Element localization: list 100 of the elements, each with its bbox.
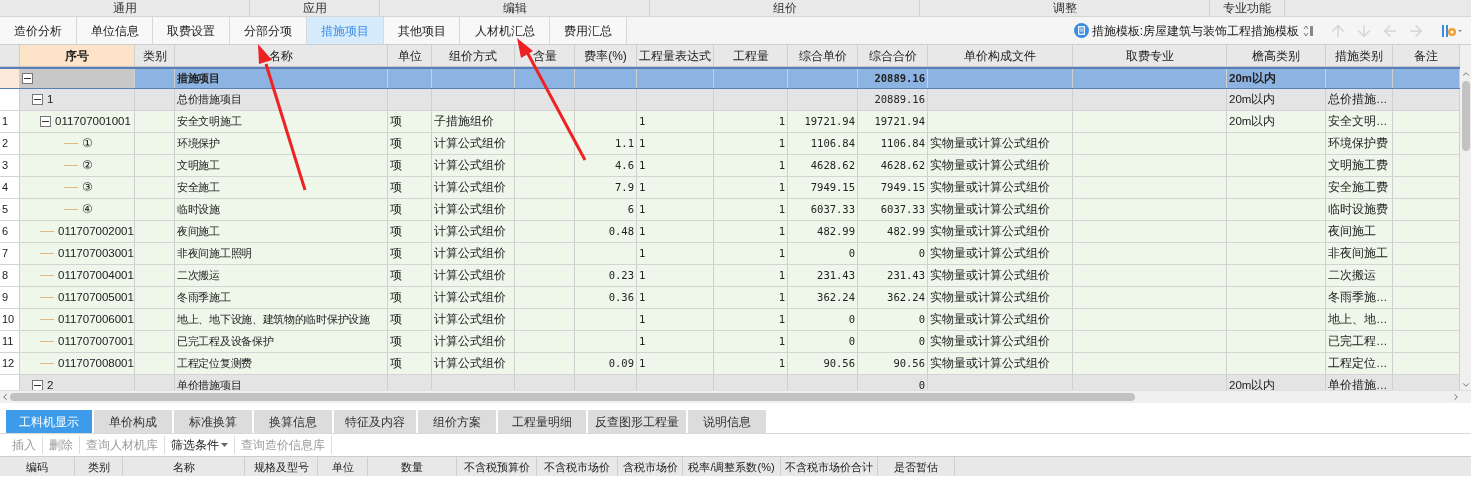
row-header[interactable]: 2 (0, 133, 20, 154)
table-cell-text: 冬雨季施… (1328, 289, 1388, 305)
table-row[interactable]: 12 011707008001 工程定位复测费 项 计算公式组价 0.09 1 1 90.56 90.56 实物量或计算公式组价 工程定位… (0, 353, 1460, 375)
table-cell-text: 1 (778, 267, 785, 283)
row-header[interactable] (0, 89, 20, 110)
code-cell-text: 2 (47, 377, 54, 390)
column-header[interactable]: 含税市场价 (618, 457, 683, 476)
column-header[interactable]: 组价方式 (432, 45, 515, 66)
detail-tab[interactable]: 说明信息 (688, 410, 766, 433)
detail-tab[interactable]: 标准换算 (174, 410, 252, 433)
table-row[interactable]: 3 ② 文明施工 项 计算公式组价 4.6 1 1 4628.62 4628.62 实物量或计算公式组价 文明施工费 (0, 155, 1460, 177)
table-row[interactable]: 2 单价措施项目 0 20m以内 单价措施… (0, 375, 1460, 390)
table-cell-text: 20m以内 (1229, 70, 1277, 86)
table-cell-text: 90.56 (823, 355, 855, 371)
detail-tab[interactable]: 换算信息 (254, 410, 332, 433)
table-cell-text: 20889.16 (874, 70, 925, 86)
code-cell-text: 011707002001 (58, 223, 134, 239)
table-cell-text: 0 (918, 333, 925, 349)
table-cell-text: 项 (390, 157, 402, 173)
collapse-icon[interactable] (32, 94, 43, 105)
row-header[interactable]: 7 (0, 243, 20, 264)
tree-line (64, 209, 78, 210)
detail-tab[interactable]: 组价方案 (418, 410, 496, 433)
column-header[interactable]: 单位 (388, 45, 432, 66)
table-cell-text: 实物量或计算公式组价 (930, 267, 1050, 283)
column-header[interactable]: 编码 (0, 457, 75, 476)
table-cell-text: 0 (848, 333, 855, 349)
detail-tab[interactable]: 单价构成 (94, 410, 172, 433)
column-header[interactable]: 综合合价 (858, 45, 928, 66)
row-header[interactable]: 3 (0, 155, 20, 176)
detail-tab[interactable]: 工程量明细 (498, 410, 586, 433)
detail-tab[interactable]: 反查图形工程量 (588, 410, 686, 433)
column-header[interactable]: 数量 (368, 457, 457, 476)
table-row[interactable]: 9 011707005001 冬雨季施工 项 计算公式组价 0.36 1 1 362.24 362.24 实物量或计算公式组价 冬雨季施… (0, 287, 1460, 309)
column-header[interactable]: 费率(%) (575, 45, 637, 66)
table-row[interactable]: 2 ① 环境保护 项 计算公式组价 1.1 1 1 1106.84 1106.84 实物量或计算公式组价 环境保护费 (0, 133, 1460, 155)
scrollbar-thumb[interactable] (1461, 81, 1470, 151)
row-header[interactable]: 9 (0, 287, 20, 308)
row-header[interactable]: 4 (0, 177, 20, 198)
collapse-icon[interactable] (32, 380, 43, 390)
row-header[interactable]: 6 (0, 221, 20, 242)
table-cell-text: 环境保护费 (1328, 135, 1388, 151)
row-header[interactable]: 12 (0, 353, 20, 374)
table-row[interactable]: 4 ③ 安全施工 项 计算公式组价 7.9 1 1 7949.15 7949.15 实物量或计算公式组价 安全施工费 (0, 177, 1460, 199)
column-header[interactable]: 税率/调整系数(%) (683, 457, 781, 476)
scroll-right-icon[interactable] (1451, 392, 1461, 402)
settings-icon[interactable] (1441, 22, 1463, 39)
column-header[interactable]: 名称 (123, 457, 245, 476)
row-header[interactable]: 10 (0, 309, 20, 330)
column-header[interactable]: 序号 (20, 45, 135, 66)
column-header[interactable]: 工程量 (714, 45, 788, 66)
table-row[interactable]: 10 011707006001 地上、地下设施、建筑物的临时保护设施 项 计算公式组价 1 1 0 0 实物量或计算公式组价 地上、地… (0, 309, 1460, 331)
column-header[interactable]: 单价构成文件 (928, 45, 1073, 66)
scroll-down-icon[interactable] (1460, 380, 1471, 390)
table-row[interactable]: 5 ④ 临时设施 项 计算公式组价 6 1 1 6037.33 6037.33 实物量或计算公式组价 临时设施费 (0, 199, 1460, 221)
row-header[interactable]: 11 (0, 331, 20, 352)
ribbon-group-label: 组价 (650, 0, 920, 16)
table-row[interactable]: 1 011707001001 安全文明施工 项 子措施组价 1 1 19721.94 19721.94 20m以内 安全文明… (0, 111, 1460, 133)
column-header[interactable]: 规格及型号 (245, 457, 318, 476)
row-header[interactable]: 8 (0, 265, 20, 286)
table-cell-text: 20m以内 (1229, 377, 1276, 390)
column-header[interactable]: 不含税市场价 (537, 457, 618, 476)
table-row[interactable]: 8 011707004001 二次搬运 项 计算公式组价 0.23 1 1 231.43 231.43 实物量或计算公式组价 二次搬运 (0, 265, 1460, 287)
tree-line (40, 319, 54, 320)
collapse-icon[interactable] (22, 73, 33, 84)
table-row[interactable]: 7 011707003001 非夜间施工照明 项 计算公式组价 1 1 0 0 实物量或计算公式组价 非夜间施工 (0, 243, 1460, 265)
scroll-up-icon[interactable] (1460, 69, 1471, 79)
table-cell-text: 1 (778, 113, 785, 129)
column-header[interactable]: 措施类别 (1326, 45, 1393, 66)
table-cell-text: 7.9 (615, 179, 634, 195)
column-header[interactable]: 是否暂估 (878, 457, 955, 476)
table-row[interactable]: 1 总价措施项目 20889.16 20m以内 总价措施… (0, 89, 1460, 111)
column-header[interactable]: 类别 (135, 45, 175, 66)
scroll-left-icon[interactable] (0, 392, 10, 402)
row-header[interactable]: 1 (0, 111, 20, 132)
collapse-icon[interactable] (40, 116, 51, 127)
column-header[interactable]: 檐高类别 (1227, 45, 1326, 66)
table-cell-text: 0.09 (608, 355, 634, 371)
template-button[interactable]: 措施模板:房屋建筑与装饰工程措施模板 (1073, 21, 1299, 40)
table-row[interactable]: 11 011707007001 已完工程及设备保护 项 计算公式组价 1 1 0 0 实物量或计算公式组价 已完工程… (0, 331, 1460, 353)
table-cell-text: 231.43 (817, 267, 855, 283)
row-header[interactable] (0, 375, 20, 390)
table-row[interactable]: 6 011707002001 夜间施工 项 计算公式组价 0.48 1 1 482.99 482.99 实物量或计算公式组价 夜间施工 (0, 221, 1460, 243)
toolbar-button[interactable]: 筛选条件 (165, 436, 235, 454)
horizontal-scrollbar[interactable] (0, 390, 1471, 403)
column-header[interactable]: 工程量表达式 (637, 45, 714, 66)
column-header[interactable]: 综合单价 (788, 45, 858, 66)
table-cell-text: 子措施组价 (434, 113, 494, 129)
table-row[interactable]: 措施项目 20889.16 20m以内 (0, 67, 1460, 89)
vertical-scrollbar[interactable] (1460, 45, 1471, 390)
column-header[interactable]: 取费专业 (1073, 45, 1227, 66)
detail-tab[interactable]: 特征及内容 (334, 410, 416, 433)
table-cell-text: 实物量或计算公式组价 (930, 179, 1050, 195)
table-cell-text: 1 (639, 179, 646, 195)
row-header[interactable]: 5 (0, 199, 20, 220)
column-header[interactable]: 不含税预算价 (457, 457, 537, 476)
scrollbar-thumb[interactable] (10, 393, 1135, 401)
column-header[interactable]: 单位 (318, 457, 368, 476)
column-header[interactable]: 不含税市场价合计 (781, 457, 878, 476)
column-header[interactable]: 类别 (75, 457, 123, 476)
